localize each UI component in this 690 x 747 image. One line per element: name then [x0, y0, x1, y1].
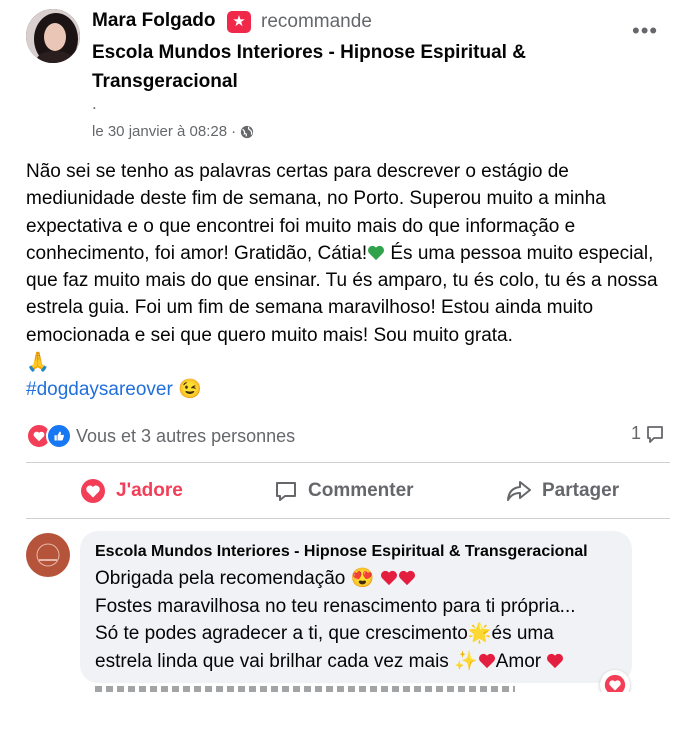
comment-count[interactable]: 1 [631, 423, 665, 444]
comment-line4a: estrela linda que vai brilhar cada vez m… [95, 650, 478, 672]
post-date[interactable]: le 30 janvier à 08:28 [92, 123, 227, 140]
like-reaction-icon [46, 423, 72, 449]
wink-emoji: 😉 [178, 379, 202, 401]
glowing-star-emoji: 🌟 [467, 623, 492, 644]
red-heart-icon [398, 570, 415, 586]
love-icon [81, 479, 105, 503]
meta-separator: · [231, 123, 237, 140]
comment-line4b: Amor [495, 650, 547, 672]
globe-icon [240, 125, 254, 138]
reactions-text: Vous et 3 autres personnes [76, 425, 296, 446]
commenter-avatar[interactable] [26, 533, 70, 577]
hashtag-link[interactable]: #dogdaysareover [26, 379, 173, 400]
post-text: Não sei se tenho as palavras certas para… [26, 158, 676, 404]
share-icon [507, 481, 531, 501]
page-bottom [0, 692, 690, 747]
comment-line1: Obrigada pela recomendação 😍 [95, 568, 380, 589]
comment-bubble-icon [647, 425, 663, 443]
separator-dot: . [92, 94, 97, 113]
recommend-star-icon: ★ [227, 11, 251, 33]
comment-text: Obrigada pela recomendação 😍 Fostes mara… [95, 565, 625, 675]
recommended-page-name[interactable]: Escola Mundos Interiores - Hipnose Espir… [92, 38, 562, 96]
comment-line2: Fostes maravilhosa no teu renascimento p… [95, 595, 576, 617]
red-heart-icon [547, 653, 564, 668]
comment-line3a: Só te podes agradecer a ti, que crescime… [95, 623, 468, 644]
comment-count-value: 1 [631, 423, 642, 443]
reactions-summary[interactable]: Vous et 3 autres personnes [26, 423, 295, 449]
author-name[interactable]: Mara Folgado [92, 10, 216, 32]
share-button[interactable]: Partager [506, 472, 619, 510]
green-heart-icon [368, 245, 385, 261]
comment-author[interactable]: Escola Mundos Interiores - Hipnose Espir… [95, 543, 588, 561]
share-label: Partager [542, 480, 620, 501]
comment-label: Commenter [308, 480, 414, 501]
comment-icon [276, 482, 296, 501]
comment-button[interactable]: Commenter [274, 472, 414, 510]
author-avatar[interactable] [26, 9, 80, 63]
divider-top [26, 462, 670, 463]
more-options-icon[interactable]: ••• [632, 18, 658, 44]
recommend-label: recommande [261, 11, 372, 32]
pray-emoji: 🙏 [26, 352, 50, 374]
red-heart-icon [478, 653, 495, 668]
post-meta: le 30 janvier à 08:28 · [92, 123, 254, 140]
red-heart-icon [380, 570, 397, 586]
love-button[interactable]: J'adore [80, 472, 183, 510]
love-label: J'adore [116, 480, 183, 501]
divider-bottom [26, 518, 670, 519]
comment-line3b: és uma [491, 623, 554, 644]
